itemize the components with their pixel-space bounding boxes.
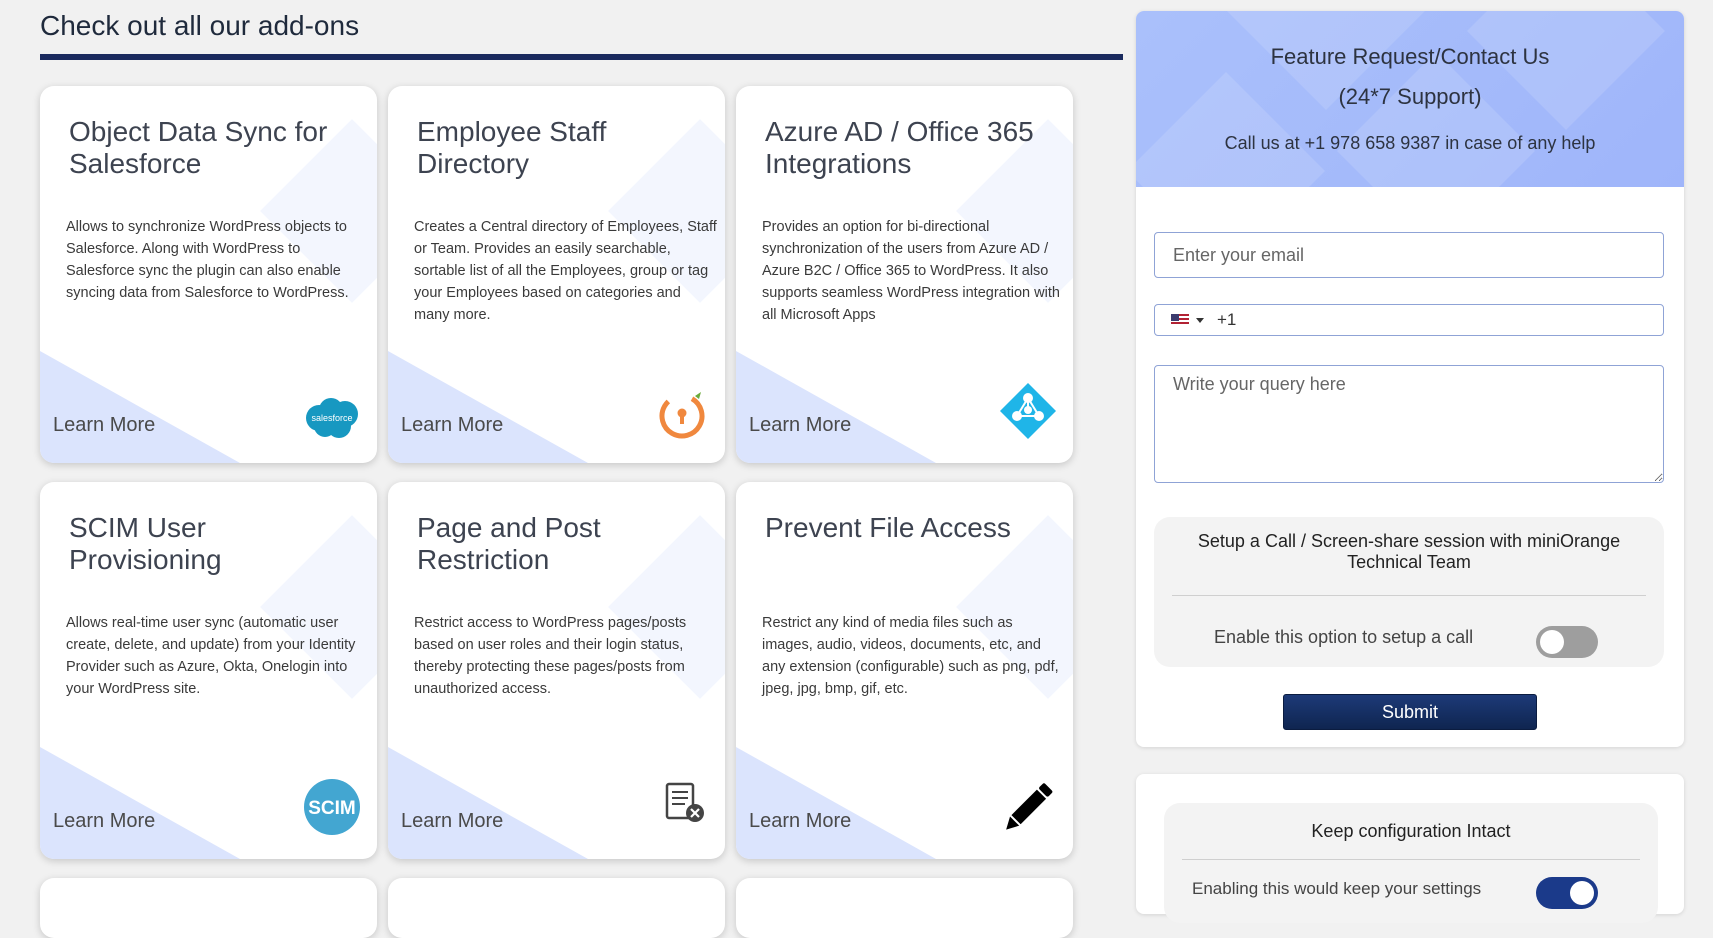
addon-card-salesforce: Object Data Sync for Salesforce Allows t… <box>40 86 377 463</box>
contact-header: Feature Request/Contact Us (24*7 Support… <box>1136 11 1684 187</box>
call-setup-label: Enable this option to setup a call <box>1214 627 1474 647</box>
chevron-down-icon[interactable] <box>1196 318 1204 323</box>
card-description: Allows to synchronize WordPress objects … <box>66 219 349 301</box>
document-restricted-icon <box>663 780 707 829</box>
contact-title: Feature Request/Contact Us <box>1270 44 1550 69</box>
email-input[interactable] <box>1154 232 1664 278</box>
query-textarea[interactable] <box>1154 365 1664 483</box>
card-title: Azure AD / Office 365 Integrations <box>765 116 1034 179</box>
keep-config-text: Enabling this would keep your settings <box>1192 879 1482 898</box>
card-description: Allows real-time user sync (automatic us… <box>66 615 356 697</box>
addon-card-page-post-restriction: Page and Post Restriction Restrict acces… <box>388 482 725 859</box>
keep-config-title: Keep configuration Intact <box>1311 821 1511 841</box>
card-title: Object Data Sync for Salesforce <box>69 116 328 179</box>
call-info: Call us at +1 978 658 9387 in case of an… <box>1224 133 1596 153</box>
learn-more-link[interactable]: Learn More <box>53 810 155 833</box>
addon-card <box>736 878 1073 938</box>
svg-text:salesforce: salesforce <box>311 413 352 423</box>
page-title: Check out all our add-ons <box>40 10 1123 60</box>
call-setup-toggle[interactable] <box>1536 626 1598 658</box>
addon-card-azure-ad: Azure AD / Office 365 Integrations Provi… <box>736 86 1073 463</box>
card-description: Restrict any kind of media files such as… <box>762 615 1059 697</box>
azure-ad-icon <box>999 382 1057 445</box>
card-description: Provides an option for bi-directional sy… <box>762 219 1060 323</box>
svg-text:SCIM: SCIM <box>308 798 356 819</box>
card-description: Creates a Central directory of Employees… <box>414 219 717 323</box>
scim-icon: SCIM <box>303 778 361 841</box>
keep-config-panel: Keep configuration Intact Enabling this … <box>1136 774 1684 923</box>
phone-field[interactable] <box>1154 304 1664 336</box>
staff-directory-icon <box>657 388 709 445</box>
learn-more-link[interactable]: Learn More <box>749 414 851 437</box>
learn-more-link[interactable]: Learn More <box>749 810 851 833</box>
phone-input[interactable] <box>1215 308 1639 332</box>
card-title: Employee Staff Directory <box>417 116 607 179</box>
learn-more-link[interactable]: Learn More <box>401 810 503 833</box>
support-hours: (24*7 Support) <box>1338 84 1482 109</box>
us-flag-icon[interactable] <box>1171 314 1189 326</box>
pencil-icon <box>997 778 1057 843</box>
divider <box>1172 595 1646 596</box>
divider <box>1182 859 1640 860</box>
learn-more-link[interactable]: Learn More <box>401 414 503 437</box>
addon-card-staff-directory: Employee Staff Directory Creates a Centr… <box>388 86 725 463</box>
addon-card-prevent-file-access: Prevent File Access Restrict any kind of… <box>736 482 1073 859</box>
card-title: Prevent File Access <box>765 512 1011 543</box>
learn-more-link[interactable]: Learn More <box>53 414 155 437</box>
keep-config-section: Keep configuration Intact Enabling this … <box>1164 803 1658 923</box>
addon-card-scim: SCIM User Provisioning Allows real-time … <box>40 482 377 859</box>
card-title: SCIM User Provisioning <box>69 512 222 575</box>
card-title: Page and Post Restriction <box>417 512 601 575</box>
salesforce-icon: salesforce <box>303 396 361 445</box>
contact-panel: Feature Request/Contact Us (24*7 Support… <box>1136 11 1684 747</box>
call-setup-title: Setup a Call / Screen-share session with… <box>1197 531 1621 572</box>
addon-card <box>388 878 725 938</box>
call-setup-section: Setup a Call / Screen-share session with… <box>1154 517 1664 667</box>
card-description: Restrict access to WordPress pages/posts… <box>414 615 687 697</box>
addon-card <box>40 878 377 938</box>
keep-config-toggle[interactable] <box>1536 877 1598 909</box>
submit-button[interactable]: Submit <box>1283 694 1537 730</box>
